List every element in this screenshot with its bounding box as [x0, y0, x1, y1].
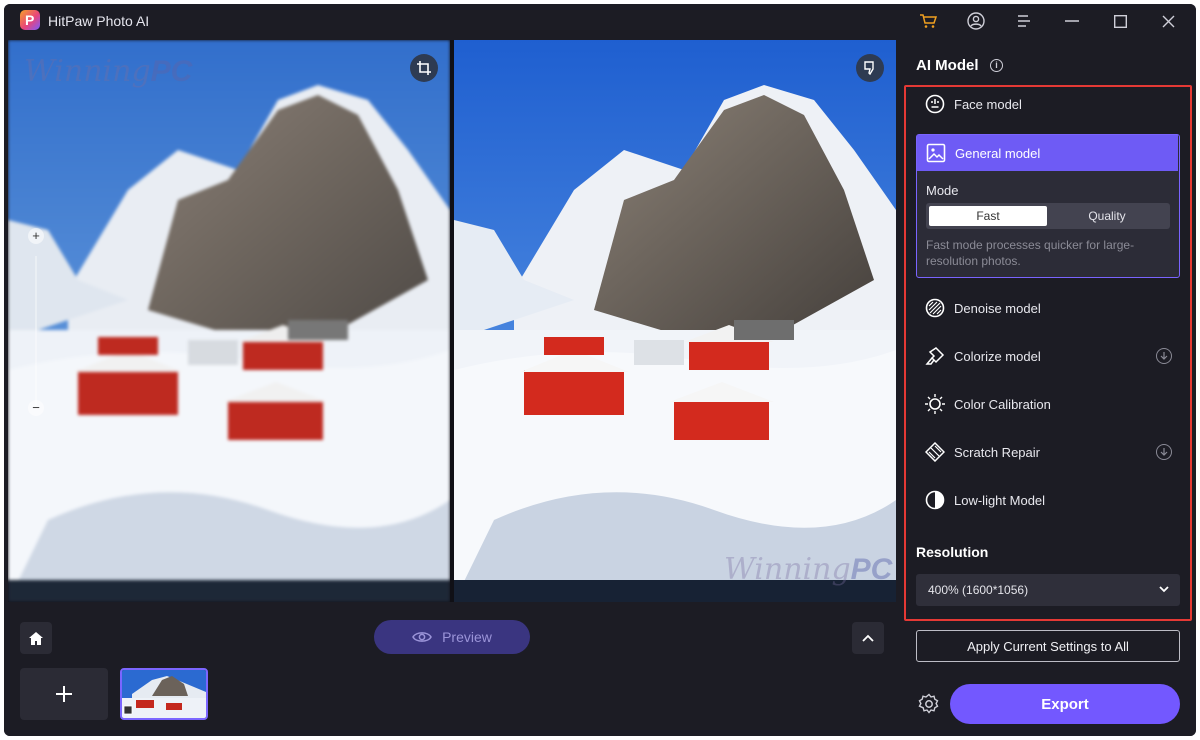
model-label: Colorize model: [954, 348, 1041, 364]
zoom-slider[interactable]: [35, 256, 37, 406]
download-icon[interactable]: [1156, 348, 1172, 364]
chevron-up-icon: [862, 634, 874, 642]
app-window: P HitPaw Photo AI WinningPC + − WinningP…: [4, 4, 1196, 736]
plus-icon: [56, 686, 72, 702]
face-icon: [924, 93, 946, 115]
preview-button[interactable]: Preview: [374, 620, 530, 654]
zoom-in-button[interactable]: +: [28, 228, 44, 244]
info-icon[interactable]: i: [990, 59, 1003, 72]
watermark: WinningPC: [24, 54, 193, 89]
model-colorize[interactable]: Colorize model: [916, 336, 1180, 376]
eye-icon: [412, 632, 432, 642]
resolution-value: 400% (1600*1056): [928, 583, 1029, 597]
home-button[interactable]: [20, 622, 52, 654]
maximize-icon[interactable]: [1108, 10, 1132, 32]
model-face[interactable]: Face model: [916, 84, 1180, 124]
close-icon[interactable]: [1156, 10, 1180, 32]
bottom-toolbar: Preview: [4, 604, 900, 736]
model-label: Face model: [954, 96, 1022, 112]
half-moon-icon: [924, 489, 946, 511]
mode-description: Fast mode processes quicker for large-re…: [926, 238, 1135, 268]
model-general-header[interactable]: General model: [917, 135, 1178, 171]
model-low-light[interactable]: Low-light Model: [916, 480, 1180, 520]
collapse-button[interactable]: [852, 622, 884, 654]
resolution-select[interactable]: 400% (1600*1056): [916, 574, 1180, 606]
mode-fast-option[interactable]: Fast: [929, 206, 1047, 226]
original-image-pane[interactable]: WinningPC + −: [8, 40, 450, 602]
menu-icon[interactable]: [1012, 10, 1036, 32]
mode-toggle: Fast Quality: [926, 203, 1170, 229]
denoise-icon: [924, 297, 946, 319]
enhanced-image-pane[interactable]: WinningPC: [454, 40, 896, 602]
thumbnail-photo: [122, 670, 206, 718]
chevron-down-icon: [1159, 586, 1169, 593]
colorize-icon: [924, 345, 946, 367]
original-photo: [8, 40, 450, 602]
image-thumbnail[interactable]: [120, 668, 208, 720]
minimize-icon[interactable]: [1060, 10, 1084, 32]
model-label: Denoise model: [954, 300, 1041, 316]
image-compare-stage: WinningPC + − WinningPC: [8, 40, 896, 602]
model-denoise[interactable]: Denoise model: [916, 288, 1180, 328]
cart-icon[interactable]: [916, 10, 940, 32]
ai-model-title: AI Model: [916, 57, 979, 74]
download-icon[interactable]: [1156, 444, 1172, 460]
account-icon[interactable]: [964, 10, 988, 32]
image-icon: [925, 142, 947, 164]
model-color-calibration[interactable]: Color Calibration: [916, 384, 1180, 424]
preview-label: Preview: [442, 629, 492, 645]
model-general[interactable]: General model Mode Fast Quality Fast mod…: [916, 134, 1180, 278]
gear-icon[interactable]: [918, 693, 940, 715]
model-label: Low-light Model: [954, 492, 1046, 508]
sun-icon: [924, 393, 946, 415]
home-icon: [29, 631, 43, 645]
watermark: WinningPC: [724, 552, 893, 587]
app-title: HitPaw Photo AI: [48, 13, 150, 29]
export-button[interactable]: Export: [950, 684, 1180, 724]
add-image-button[interactable]: [20, 668, 108, 720]
enhanced-photo: [454, 40, 896, 602]
scratch-icon: [924, 441, 946, 463]
resolution-title: Resolution: [916, 544, 989, 560]
settings-panel: AI Model i Face model General model Mode…: [900, 38, 1196, 736]
mode-quality-option[interactable]: Quality: [1048, 206, 1166, 226]
crop-icon[interactable]: [410, 54, 438, 82]
apply-to-all-button[interactable]: Apply Current Settings to All: [916, 630, 1180, 662]
model-label: Scratch Repair: [954, 444, 1040, 460]
model-label: General model: [955, 145, 1041, 161]
model-label: Color Calibration: [954, 396, 1051, 412]
mode-label: Mode: [926, 183, 959, 198]
title-bar: P HitPaw Photo AI: [4, 4, 1196, 38]
model-scratch-repair[interactable]: Scratch Repair: [916, 432, 1180, 472]
app-logo: P: [20, 10, 40, 30]
dislike-icon[interactable]: [856, 54, 884, 82]
zoom-out-button[interactable]: −: [28, 400, 44, 416]
